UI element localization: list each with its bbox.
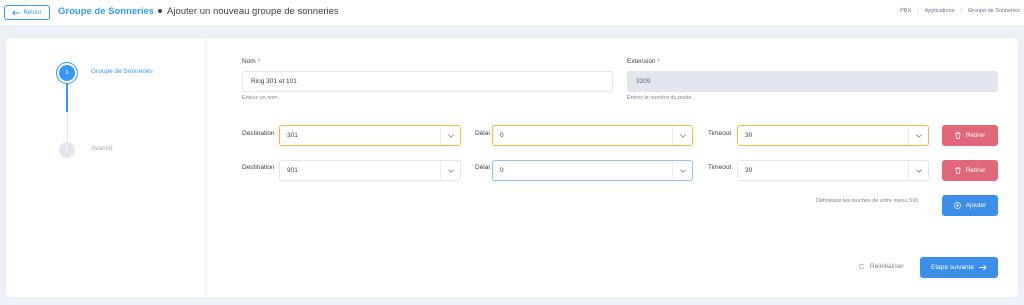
required-mark: *	[657, 58, 660, 65]
delay-label: Délai	[475, 130, 490, 137]
destination-value: 901	[287, 167, 298, 174]
extension-input-value: 3209	[636, 78, 651, 85]
page-header: Retour Groupe de Sonneries Ajouter un no…	[0, 0, 1024, 26]
step-connector-active	[66, 84, 68, 112]
page-subtitle: Ajouter un nouveau groupe de sonneries	[167, 6, 339, 17]
wizard-stepper: 1 2 Groupe de Sonneries Avancé	[6, 38, 207, 297]
extension-help: Entrez le numéro du poste.	[627, 95, 694, 101]
timeout-label: Timeout	[708, 130, 732, 137]
refresh-icon	[858, 263, 865, 270]
timeout-select[interactable]: 30	[737, 160, 929, 181]
chevron-down-icon	[908, 126, 928, 145]
extension-label: Extension *	[627, 58, 660, 65]
chevron-down-icon	[440, 126, 460, 145]
remove-destination-button[interactable]: Retirer	[942, 125, 998, 146]
timeout-select[interactable]: 30	[737, 125, 929, 146]
delay-value: 0	[500, 132, 504, 139]
trash-icon	[955, 167, 961, 174]
destination-label: Destination	[242, 164, 275, 171]
remove-button-label: Retirer	[965, 132, 986, 139]
breadcrumb: PBX | Applications | Groupe de Sonneries	[900, 8, 1020, 14]
name-label: Nom *	[242, 58, 260, 65]
plus-circle-icon	[953, 202, 961, 209]
destination-select[interactable]: 301	[279, 125, 461, 146]
delay-label: Délai	[475, 164, 490, 171]
name-label-text: Nom	[242, 58, 256, 65]
breadcrumb-item-applications[interactable]: Applications	[925, 8, 955, 14]
timeout-value: 30	[745, 167, 753, 174]
reset-button[interactable]: Réinitialiser	[858, 263, 904, 270]
add-destination-button[interactable]: Ajouter	[942, 195, 998, 216]
breadcrumb-separator: |	[960, 8, 962, 14]
destination-value: 301	[287, 132, 298, 139]
arrow-left-icon	[12, 9, 20, 16]
add-button-label: Ajouter	[965, 202, 987, 209]
timeout-value: 30	[745, 132, 753, 139]
breadcrumb-item-ring-groups[interactable]: Groupe de Sonneries	[968, 8, 1020, 14]
step-1-circle[interactable]: 1	[59, 65, 75, 81]
name-input[interactable]: Ring 301 et 101	[242, 71, 613, 92]
name-help: Entrez un nom.	[242, 95, 280, 101]
delay-select[interactable]: 0	[492, 125, 693, 146]
chevron-down-icon	[672, 161, 692, 180]
step-connector	[67, 112, 68, 141]
extension-input: 3209	[627, 71, 998, 92]
arrow-right-icon	[979, 264, 987, 271]
remove-button-label: Retirer	[965, 167, 986, 174]
reset-button-label: Réinitialiser	[870, 263, 904, 270]
next-button-label: Etape suivante	[930, 264, 974, 271]
extension-label-text: Extension	[627, 58, 656, 65]
chevron-down-icon	[440, 161, 460, 180]
name-input-value: Ring 301 et 101	[251, 78, 297, 85]
destination-label: Destination	[242, 130, 275, 137]
step-2-label[interactable]: Avancé	[91, 145, 113, 152]
page-title: Groupe de Sonneries	[58, 6, 155, 17]
wizard-card: 1 2 Groupe de Sonneries Avancé Nom * Rin…	[6, 38, 1018, 297]
destination-select[interactable]: 901	[279, 160, 461, 181]
timeout-label: Timeout	[708, 164, 732, 171]
back-button[interactable]: Retour	[4, 5, 50, 20]
delay-select[interactable]: 0	[492, 160, 693, 181]
ivr-hint: Définissez les touches de votre menu SVI…	[816, 198, 920, 204]
breadcrumb-separator: |	[917, 8, 919, 14]
delay-value: 0	[500, 167, 504, 174]
chevron-down-icon	[908, 161, 928, 180]
remove-destination-button[interactable]: Retirer	[942, 160, 998, 181]
step-1-label[interactable]: Groupe de Sonneries	[91, 68, 153, 75]
next-step-button[interactable]: Etape suivante	[920, 257, 998, 278]
step-2-circle[interactable]: 2	[59, 142, 75, 158]
trash-icon	[955, 132, 961, 139]
back-button-label: Retour	[23, 9, 42, 16]
breadcrumb-item-pbx[interactable]: PBX	[900, 8, 911, 14]
title-separator-dot	[158, 9, 162, 13]
required-mark: *	[257, 58, 261, 65]
chevron-down-icon	[672, 126, 692, 145]
